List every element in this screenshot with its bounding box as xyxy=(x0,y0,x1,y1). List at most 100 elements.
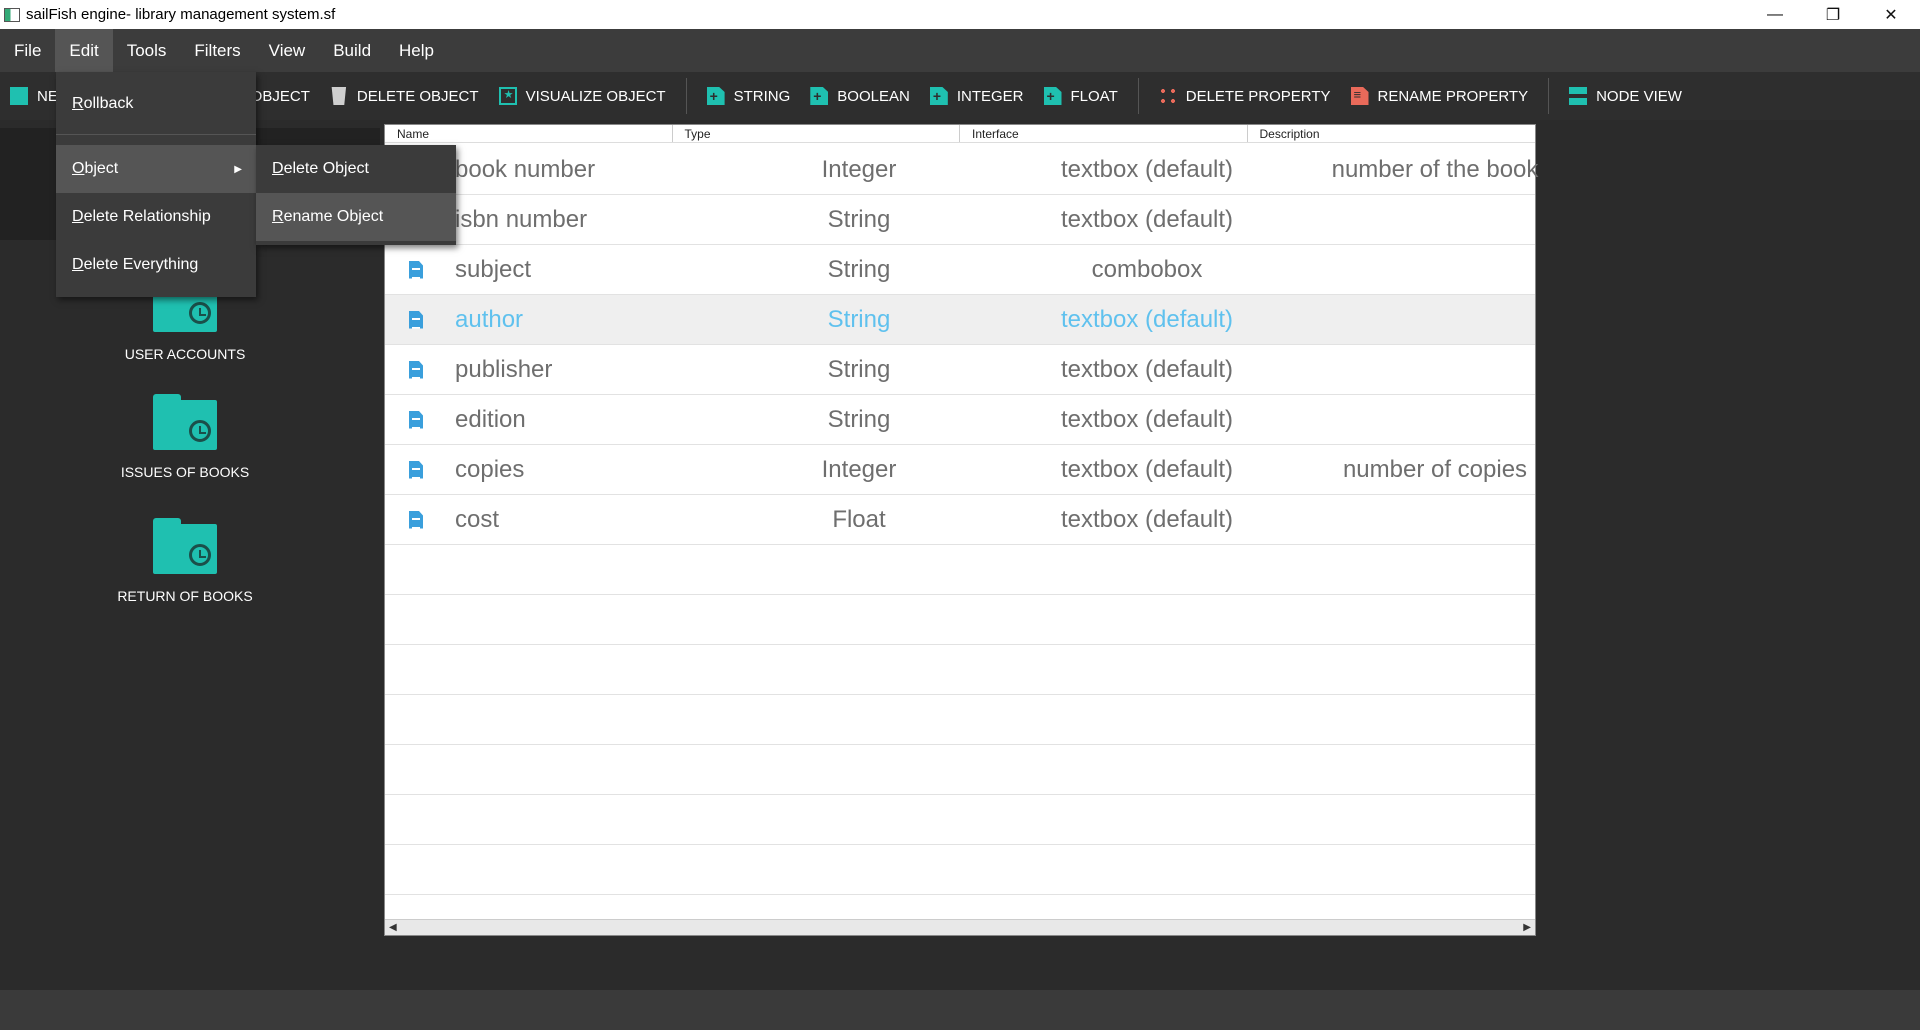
delete-object-button[interactable]: DELETE OBJECT xyxy=(320,76,489,116)
string-button[interactable]: STRING xyxy=(697,76,801,116)
boolean-label: BOOLEAN xyxy=(837,87,910,105)
table-header: Name Type Interface Description xyxy=(385,125,1535,143)
menu-item-object[interactable]: Object ▶ xyxy=(56,145,256,193)
table-row[interactable]: cost Float textbox (default) xyxy=(385,495,1535,545)
column-header-name[interactable]: Name xyxy=(385,125,673,142)
cell-interface: textbox (default) xyxy=(1060,405,1234,433)
scroll-right-icon[interactable]: ▶ xyxy=(1523,922,1531,933)
cell-interface: textbox (default) xyxy=(1060,455,1234,483)
menu-help-label: Help xyxy=(399,40,434,60)
menu-separator xyxy=(56,134,256,135)
cell-type: String xyxy=(827,205,891,233)
boolean-button[interactable]: BOOLEAN xyxy=(800,76,920,116)
empty-row xyxy=(385,795,1535,845)
rename-file-icon xyxy=(1350,87,1369,105)
table-row[interactable]: book number Integer textbox (default) nu… xyxy=(385,145,1538,195)
table-row-selected[interactable]: author String textbox (default) xyxy=(385,295,1535,345)
menu-tools-label: Tools xyxy=(126,40,167,60)
window-controls: — ❐ ✕ xyxy=(1746,0,1920,29)
visualize-object-label: VISUALIZE OBJECT xyxy=(525,87,666,105)
empty-row xyxy=(385,595,1535,645)
cell-name: cost xyxy=(455,505,500,533)
menu-view-label: View xyxy=(268,40,306,60)
toolbar-separator xyxy=(1137,78,1139,114)
scroll-left-icon[interactable]: ◀ xyxy=(389,922,397,933)
table-row[interactable]: subject String combobox xyxy=(385,245,1535,295)
menu-item-label: Delete Object xyxy=(272,160,369,177)
menu-file-label: File xyxy=(14,40,42,60)
empty-row xyxy=(385,845,1535,895)
menu-edit[interactable]: Edit xyxy=(55,29,113,72)
menu-item-rollback[interactable]: Rollback xyxy=(56,80,256,128)
node-view-label: NODE VIEW xyxy=(1596,87,1682,105)
rename-property-button[interactable]: RENAME PROPERTY xyxy=(1341,76,1539,116)
column-header-type[interactable]: Type xyxy=(673,125,960,142)
empty-row xyxy=(385,545,1535,595)
cell-description: number of the book xyxy=(1331,155,1539,183)
float-button[interactable]: FLOAT xyxy=(1034,76,1128,116)
menu-filters-label: Filters xyxy=(194,40,241,60)
integer-button[interactable]: INTEGER xyxy=(920,76,1034,116)
cell-type: String xyxy=(827,305,891,333)
cell-type: String xyxy=(827,405,891,433)
cell-type: Integer xyxy=(821,455,897,483)
column-header-description[interactable]: Description xyxy=(1248,125,1536,142)
menu-item-rename-object[interactable]: Rename Object xyxy=(256,193,456,241)
close-icon[interactable]: ✕ xyxy=(1862,0,1920,29)
document-icon xyxy=(409,310,423,329)
cell-interface: combobox xyxy=(1091,255,1203,283)
cell-interface: textbox (default) xyxy=(1060,205,1234,233)
horizontal-scrollbar[interactable]: ◀ ▶ xyxy=(385,919,1535,935)
nodes-delete-icon xyxy=(1158,87,1177,105)
cell-type: String xyxy=(827,355,891,383)
float-label: FLOAT xyxy=(1070,87,1118,105)
delete-object-label: DELETE OBJECT xyxy=(356,87,479,105)
menu-item-label: Rename Object xyxy=(272,208,384,225)
menu-item-delete-relationship[interactable]: Delete Relationship xyxy=(56,193,256,241)
title-bar: sailFish engine- library management syst… xyxy=(0,0,1920,29)
folder-return-of-books[interactable]: RETURN OF BOOKS xyxy=(117,518,253,604)
delete-property-label: DELETE PROPERTY xyxy=(1185,87,1331,105)
menu-item-delete-everything[interactable]: Delete Everything xyxy=(56,241,256,289)
cell-name: author xyxy=(455,305,524,333)
table-row[interactable]: isbn number String textbox (default) xyxy=(385,195,1535,245)
cell-description: number of copies xyxy=(1342,455,1528,483)
menu-edit-label: Edit xyxy=(69,40,99,60)
add-file-icon xyxy=(929,87,948,105)
visualize-icon xyxy=(498,87,517,105)
restore-icon[interactable]: ❐ xyxy=(1804,0,1862,29)
object-submenu: Delete Object Rename Object xyxy=(256,145,456,245)
table-row[interactable]: edition String textbox (default) xyxy=(385,395,1535,445)
menu-item-delete-object[interactable]: Delete Object xyxy=(256,145,456,193)
visualize-object-button[interactable]: VISUALIZE OBJECT xyxy=(489,76,676,116)
menu-help[interactable]: Help xyxy=(385,29,448,72)
menu-filters[interactable]: Filters xyxy=(180,29,254,72)
column-header-interface[interactable]: Interface xyxy=(960,125,1248,142)
cell-interface: textbox (default) xyxy=(1060,505,1234,533)
cell-name: isbn number xyxy=(455,205,588,233)
menu-view[interactable]: View xyxy=(255,29,320,72)
empty-row xyxy=(385,745,1535,795)
menu-build[interactable]: Build xyxy=(319,29,385,72)
submenu-arrow-icon: ▶ xyxy=(234,163,242,175)
table-row[interactable]: copies Integer textbox (default) number … xyxy=(385,445,1535,495)
integer-label: INTEGER xyxy=(956,87,1024,105)
cell-type: Float xyxy=(832,505,886,533)
delete-property-button[interactable]: DELETE PROPERTY xyxy=(1149,76,1341,116)
folder-issues-of-books[interactable]: ISSUES OF BOOKS xyxy=(121,394,249,480)
menu-item-label: Object xyxy=(72,160,119,177)
add-file-icon xyxy=(1043,87,1062,105)
table-row[interactable]: publisher String textbox (default) xyxy=(385,345,1535,395)
document-icon xyxy=(409,260,423,279)
node-view-button[interactable]: NODE VIEW xyxy=(1559,76,1692,116)
add-file-icon xyxy=(706,87,725,105)
folder-label: RETURN OF BOOKS xyxy=(117,588,253,604)
folder-clock-icon xyxy=(153,394,217,450)
edit-menu-dropdown: Rollback Object ▶ Delete Relationship De… xyxy=(56,72,256,297)
document-icon xyxy=(409,510,423,529)
cell-type: String xyxy=(827,255,891,283)
menu-file[interactable]: File xyxy=(0,29,55,72)
menu-tools[interactable]: Tools xyxy=(113,29,181,72)
minimize-icon[interactable]: — xyxy=(1746,0,1804,29)
menu-item-label: Delete Everything xyxy=(72,256,199,273)
